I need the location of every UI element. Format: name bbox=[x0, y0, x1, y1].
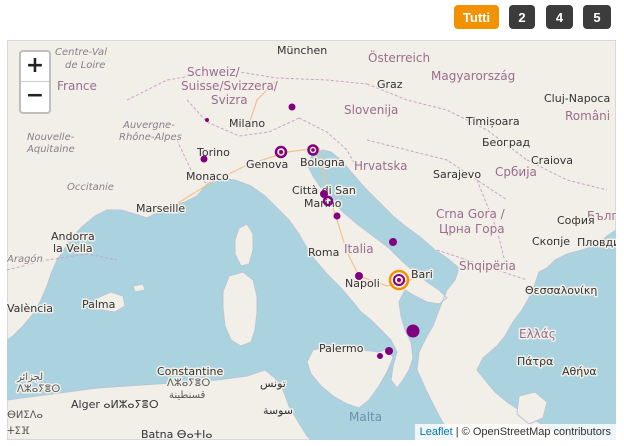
label-timisoara: Timișoara bbox=[465, 115, 520, 128]
label-malta: Malta bbox=[349, 410, 382, 424]
label-cluj: Cluj-Napoca bbox=[544, 92, 610, 105]
label-magyarorszag: Magyarország bbox=[431, 69, 515, 83]
label-srbija: Србија bbox=[495, 165, 537, 179]
label-crna-gora-1: Crna Gora / bbox=[436, 207, 506, 221]
map-view[interactable]: France Österreich Magyarország Schweiz/ … bbox=[7, 40, 616, 440]
marker[interactable] bbox=[355, 272, 363, 280]
marker[interactable] bbox=[397, 278, 401, 282]
marker[interactable] bbox=[288, 103, 296, 111]
label-slovenija: Slovenija bbox=[344, 103, 398, 117]
label-palermo: Palermo bbox=[319, 342, 364, 355]
marker[interactable] bbox=[205, 118, 209, 122]
label-palma: Palma bbox=[82, 298, 115, 311]
marker[interactable] bbox=[311, 148, 315, 152]
label-schweiz-2: Suisse/Svizzera/ bbox=[181, 79, 279, 93]
label-dzayer-2: ⴷⵣⴰⵢⴻⵔ bbox=[17, 384, 60, 395]
label-beograd: Београд bbox=[482, 136, 531, 149]
land-menorca bbox=[132, 283, 146, 293]
label-athina: Αθήνα bbox=[562, 365, 597, 378]
zoom-out-button[interactable]: − bbox=[21, 82, 49, 112]
label-schweiz-1: Schweiz/ bbox=[187, 65, 241, 79]
label-aquitaine-1: Nouvelle- bbox=[27, 132, 75, 143]
marker[interactable] bbox=[279, 150, 283, 154]
label-genova: Genova bbox=[246, 158, 288, 171]
filter-5-button[interactable]: 5 bbox=[583, 5, 611, 29]
label-centre-val-1: Centre-Val bbox=[55, 47, 107, 58]
label-schweiz-3: Svizra bbox=[211, 93, 248, 107]
label-bari: Bari bbox=[411, 268, 433, 281]
label-roma: Roma bbox=[308, 246, 339, 259]
label-qasantina: قسنطينة bbox=[169, 390, 206, 401]
label-thessaloniki: Θεσσαλονίκη bbox=[525, 284, 597, 297]
label-auvergne-1: Auvergne- bbox=[122, 120, 175, 131]
label-occitanie: Occitanie bbox=[67, 182, 114, 193]
filter-bar: Tutti 2 4 5 bbox=[0, 0, 624, 40]
label-craiova: Craiova bbox=[531, 154, 573, 167]
label-patra: Πάτρα bbox=[517, 355, 553, 368]
label-dzayer-1: لجزائر bbox=[16, 372, 43, 383]
label-marseille: Marseille bbox=[136, 202, 185, 215]
label-skopje: Скопје bbox=[532, 235, 570, 248]
label-andorra-2: la Vella bbox=[53, 242, 93, 255]
label-tunis: تونس bbox=[260, 377, 286, 390]
label-munchen: München bbox=[277, 44, 327, 57]
marker[interactable] bbox=[377, 353, 383, 359]
label-aragon: Aragón bbox=[7, 253, 43, 265]
map-attribution: Leaflet | © OpenStreetMap contributors bbox=[414, 424, 616, 440]
label-bologna: Bologna bbox=[300, 156, 345, 169]
filter-tutti-button[interactable]: Tutti bbox=[454, 5, 499, 29]
label-constantine: Constantine bbox=[157, 365, 223, 378]
label-romania: Români bbox=[565, 109, 610, 123]
leaflet-link[interactable]: Leaflet bbox=[420, 426, 453, 438]
label-napoli: Napoli bbox=[345, 277, 380, 290]
label-ellas: Ελλάς bbox=[519, 327, 556, 341]
marker[interactable] bbox=[385, 347, 393, 355]
label-batna: Batna ⴱⴰⵜⵏⴰ bbox=[141, 428, 212, 440]
zoom-control: + − bbox=[19, 50, 51, 114]
label-hrvatska: Hrvatska bbox=[354, 159, 407, 173]
label-milano: Milano bbox=[229, 117, 265, 130]
label-alger: Alger ⴰⵍⵣⴰⵢⴻⵔ bbox=[71, 398, 159, 411]
label-shqiperia: Shqipëria bbox=[459, 259, 516, 273]
label-centre-val-2: de Loire bbox=[65, 60, 105, 71]
label-valencia: València bbox=[7, 302, 53, 315]
label-blida: ⴱⵍⵉⴷⴰ bbox=[7, 410, 43, 421]
label-aquitaine-2: Aquitaine bbox=[26, 144, 75, 155]
filter-4-button[interactable]: 4 bbox=[546, 5, 573, 29]
marker[interactable] bbox=[333, 212, 341, 220]
label-monaco: Monaco bbox=[186, 170, 229, 183]
label-sousse: سوسة bbox=[263, 404, 293, 417]
label-graz: Graz bbox=[377, 78, 403, 91]
label-citta-2: Marino bbox=[304, 197, 342, 210]
label-italia: Italia bbox=[344, 242, 374, 256]
map-canvas[interactable]: France Österreich Magyarország Schweiz/ … bbox=[7, 40, 616, 440]
label-osterreich: Österreich bbox=[368, 49, 430, 65]
marker[interactable] bbox=[406, 324, 420, 338]
osm-link[interactable]: OpenStreetMap contributors bbox=[473, 426, 611, 438]
label-crna-gora-2: Црна Гора bbox=[439, 222, 505, 236]
label-france: France bbox=[57, 79, 97, 93]
label-plovdiv: Пловди bbox=[577, 236, 616, 249]
zoom-in-button[interactable]: + bbox=[21, 52, 49, 82]
label-tif: ⵜⵉⴼ bbox=[7, 426, 30, 437]
label-dzayer-3: ⴷⵣⴰⵢⴻⵔ bbox=[167, 378, 210, 389]
marker[interactable] bbox=[200, 155, 208, 163]
marker[interactable] bbox=[389, 238, 397, 246]
label-sofia: София bbox=[557, 214, 595, 227]
attribution-separator: | © bbox=[452, 426, 473, 438]
label-sarajevo: Sarajevo bbox=[433, 168, 481, 181]
filter-2-button[interactable]: 2 bbox=[509, 5, 535, 29]
label-auvergne-2: Rhône-Alpes bbox=[119, 131, 182, 143]
